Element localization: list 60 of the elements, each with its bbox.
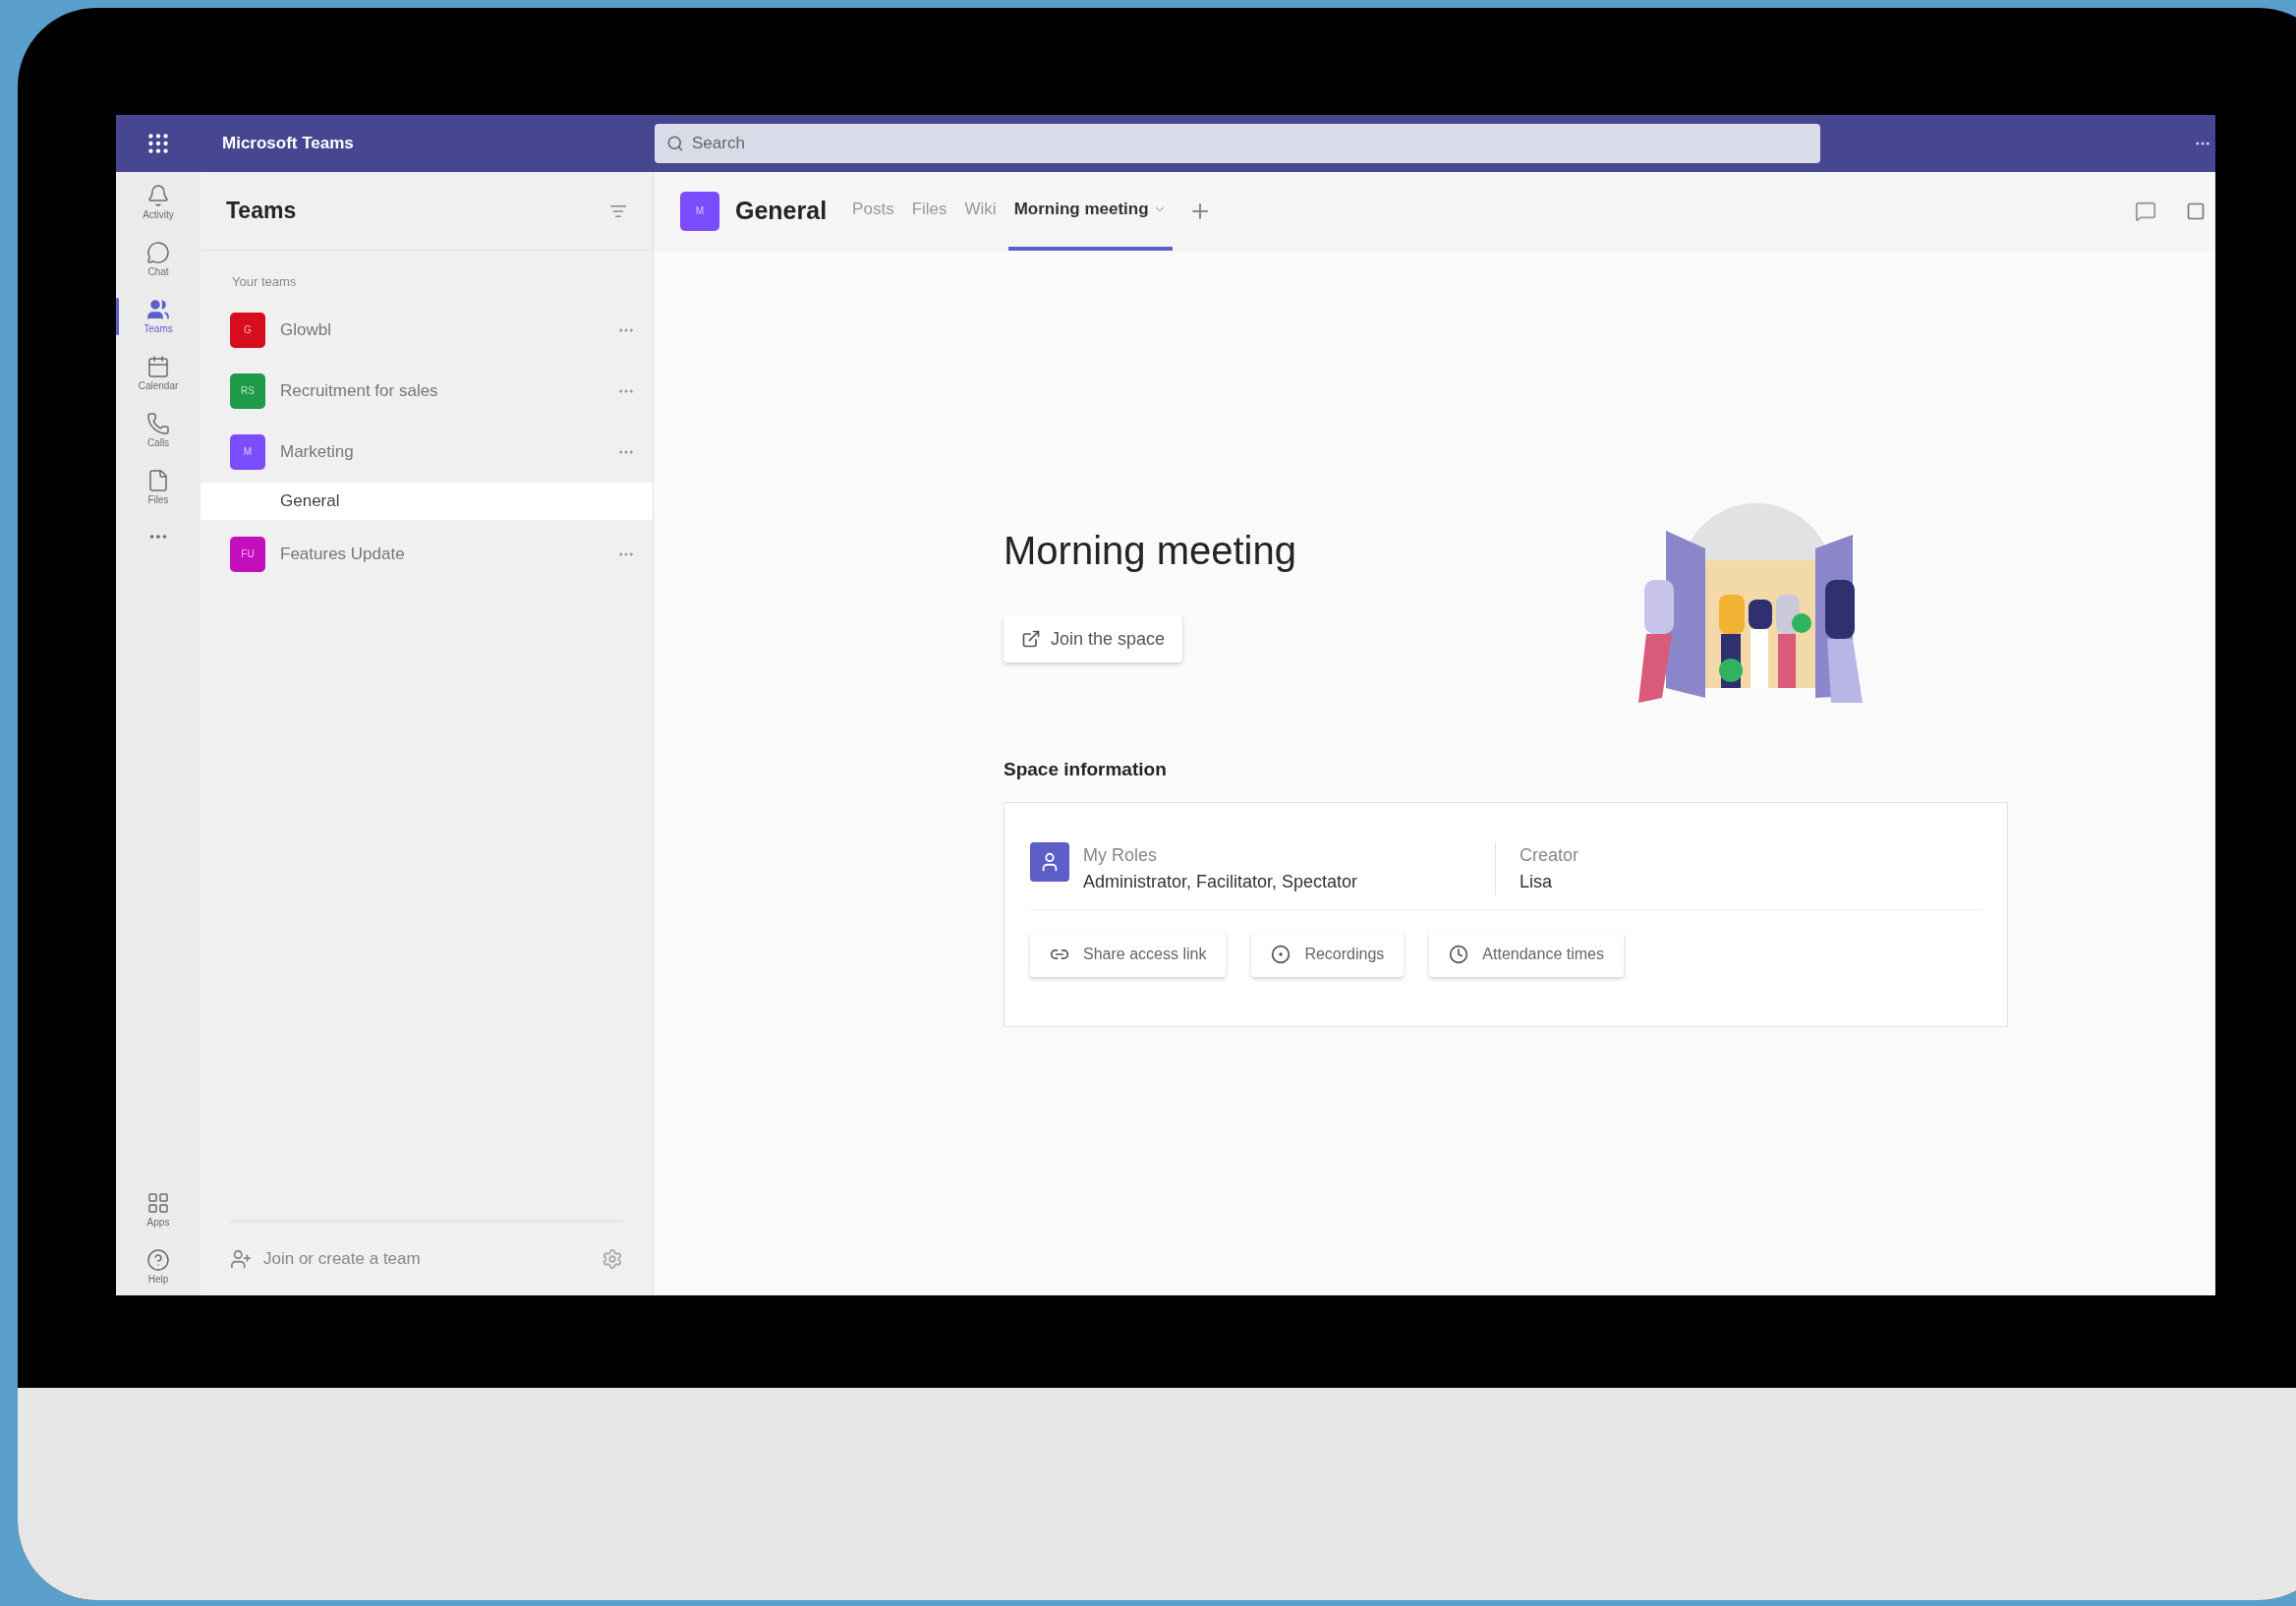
channel-avatar: M <box>680 191 719 231</box>
rail-item[interactable]: Calendar <box>116 349 201 398</box>
people-icon <box>146 298 170 321</box>
channel-tab[interactable]: Morning meeting <box>1007 171 1173 251</box>
team-avatar: RS <box>230 373 265 409</box>
app-title: Microsoft Teams <box>221 133 355 155</box>
section-title: Space information <box>1004 758 1168 781</box>
rail-item[interactable]: Help <box>116 1242 201 1291</box>
calendar-icon <box>146 355 170 378</box>
rail-item[interactable]: Apps <box>116 1185 201 1234</box>
file-icon <box>146 469 170 492</box>
team-avatar: FU <box>230 536 265 572</box>
search-icon <box>666 135 684 152</box>
creator-label: Creator <box>1520 843 1579 867</box>
roles-value: Administrator, Facilitator, Spectator <box>1083 870 1359 893</box>
add-person-icon <box>230 1248 252 1270</box>
creator-value: Lisa <box>1520 870 1554 893</box>
settings-icon[interactable] <box>602 1248 623 1270</box>
app-launcher-icon[interactable] <box>145 131 171 156</box>
space-title: Morning meeting <box>1004 528 1296 574</box>
channel-item[interactable]: General <box>201 482 653 520</box>
team-item[interactable]: FU Features Update <box>201 523 653 585</box>
chat-icon <box>146 241 170 264</box>
team-name: Marketing <box>280 440 355 463</box>
channel-tab[interactable]: Wiki <box>958 171 1003 251</box>
join-team-link[interactable]: Join or create a team <box>263 1246 590 1272</box>
rail-item[interactable]: Files <box>116 463 201 512</box>
channel-name: General <box>735 195 828 226</box>
rail-item[interactable]: Calls <box>116 406 201 455</box>
team-name: Features Update <box>280 543 406 565</box>
section-label: Your teams <box>231 273 298 291</box>
space-action-button[interactable]: Recordings <box>1251 931 1405 977</box>
space-action-button[interactable]: Attendance times <box>1429 931 1624 977</box>
team-avatar: M <box>230 433 265 470</box>
search-field[interactable]: Search <box>655 124 1820 163</box>
search-input[interactable]: Search <box>692 131 1808 156</box>
channel-tab[interactable]: Files <box>905 171 953 251</box>
rail-item[interactable]: Activity <box>116 178 201 227</box>
channel-tab[interactable]: Posts <box>846 171 900 251</box>
join-space-button[interactable]: Join the space <box>1004 615 1183 662</box>
help-icon <box>146 1248 170 1272</box>
record-icon <box>1271 944 1292 964</box>
chat-icon[interactable] <box>2135 200 2156 222</box>
rail-item[interactable]: Chat <box>116 235 201 284</box>
phone-icon <box>146 412 170 435</box>
open-icon <box>1021 629 1041 649</box>
grid-icon <box>146 1191 170 1215</box>
team-item[interactable]: G Glowbl <box>201 299 653 361</box>
team-avatar: G <box>230 312 265 348</box>
team-item[interactable]: RS Recruitment for sales <box>201 360 653 422</box>
bell-icon <box>146 184 170 207</box>
roles-label: My Roles <box>1083 843 1158 867</box>
window-icon[interactable] <box>2186 201 2206 221</box>
team-item[interactable]: M Marketing <box>201 421 653 483</box>
team-name: Recruitment for sales <box>280 379 439 402</box>
rail-item[interactable]: Teams <box>116 292 201 341</box>
team-name: Glowbl <box>280 318 332 341</box>
clock-icon <box>1449 944 1469 964</box>
panel-title: Teams <box>226 197 297 226</box>
space-action-button[interactable]: Share access link <box>1030 931 1227 977</box>
